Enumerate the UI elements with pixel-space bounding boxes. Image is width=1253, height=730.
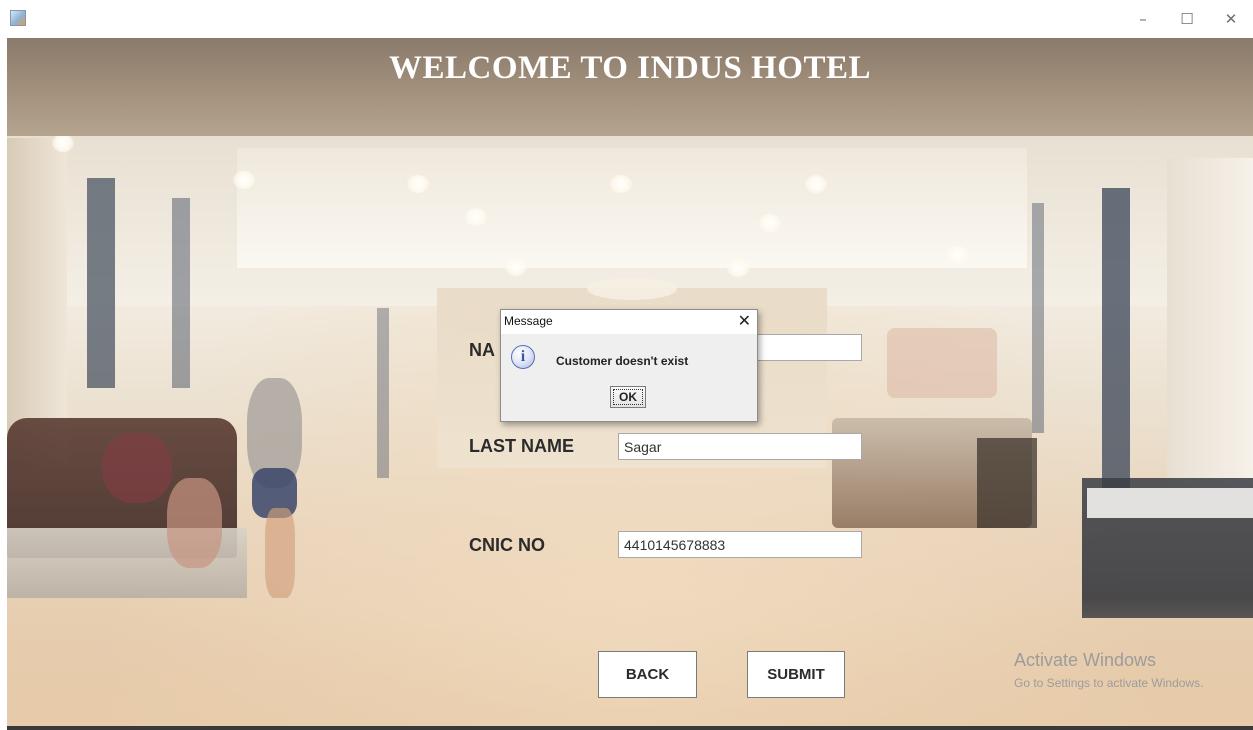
minimize-icon: – [1139, 10, 1147, 28]
java-app-icon [10, 10, 26, 26]
dialog-message: Customer doesn't exist [556, 354, 689, 368]
activate-windows-hint: Go to Settings to activate Windows. [1014, 676, 1204, 690]
info-icon: i [511, 345, 535, 369]
maximize-button[interactable]: ☐ [1165, 6, 1209, 32]
window-titlebar: – ☐ ✕ [0, 0, 1253, 38]
dialog-close-icon[interactable]: ✕ [738, 311, 751, 330]
activate-windows-watermark: Activate Windows [1014, 650, 1157, 670]
close-window-button[interactable]: ✕ [1209, 6, 1253, 32]
last-name-input[interactable] [618, 433, 862, 460]
header-banner: WELCOME TO INDUS HOTEL [7, 38, 1253, 136]
dialog-title: Message [504, 314, 553, 328]
close-icon: ✕ [1224, 10, 1238, 28]
submit-button[interactable]: SUBMIT [747, 651, 845, 698]
last-name-label: LAST NAME [469, 436, 574, 456]
ok-button[interactable]: OK [610, 386, 646, 408]
page-title: WELCOME TO INDUS HOTEL [389, 50, 871, 86]
minimize-button[interactable]: – [1121, 6, 1165, 32]
message-dialog: Message ✕ i Customer doesn't exist OK [500, 309, 758, 422]
name-label: NA [469, 340, 495, 360]
dialog-titlebar: Message ✕ [501, 310, 757, 334]
cnic-label: CNIC NO [469, 535, 545, 555]
maximize-icon: ☐ [1180, 10, 1194, 28]
window-bottom-edge [7, 726, 1253, 730]
cnic-input[interactable] [618, 531, 862, 558]
back-button[interactable]: BACK [598, 651, 697, 698]
